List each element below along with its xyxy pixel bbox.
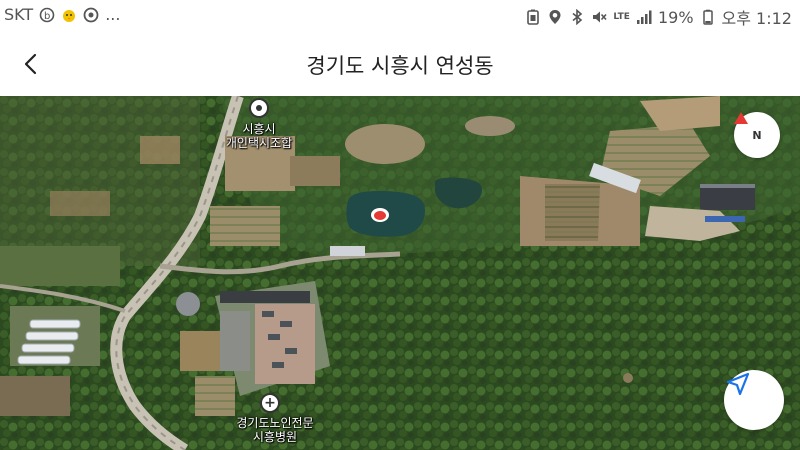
satellite-imagery: [0, 96, 800, 450]
my-location-button[interactable]: [724, 370, 784, 430]
poi-dot-icon: [256, 105, 262, 111]
notification-chick-icon: [61, 7, 77, 23]
navigation-arrow-icon: [726, 372, 750, 396]
notification-circle-icon: [83, 7, 99, 23]
carrier-label: SKT: [4, 5, 34, 24]
signal-icon: [636, 9, 652, 25]
notification-b-icon: b: [39, 7, 55, 23]
svg-text:b: b: [44, 11, 50, 22]
battery-saver-icon: [525, 9, 541, 25]
poi-pin-taxi-union[interactable]: [249, 98, 269, 118]
clock: 오후 1:12: [721, 9, 792, 28]
satellite-map[interactable]: 시흥시 개인택시조합 + 경기도노인전문 시흥병원 N: [0, 96, 800, 450]
location-marker-icon[interactable]: [371, 208, 389, 222]
status-bar: SKT b ... LTE 19% 오후 1:12: [0, 0, 800, 34]
more-notifications: ...: [105, 5, 121, 24]
location-icon: [547, 9, 563, 25]
page-title: 경기도 시흥시 연성동: [306, 54, 494, 78]
bluetooth-icon: [569, 8, 585, 26]
compass-north-label: N: [752, 129, 762, 142]
mute-icon: [591, 9, 608, 25]
battery-percent: 19%: [657, 7, 694, 27]
compass-icon: [734, 112, 748, 124]
poi-label-hospital[interactable]: 경기도노인전문 시흥병원: [210, 416, 340, 444]
hospital-plus-icon: +: [264, 395, 276, 411]
network-type-label: LTE: [613, 11, 630, 22]
poi-pin-hospital[interactable]: +: [260, 393, 280, 413]
compass-button[interactable]: N: [734, 112, 780, 158]
status-left: SKT b ...: [4, 5, 120, 24]
status-right: LTE 19% 오후 1:12: [525, 5, 792, 29]
poi-label-taxi-union[interactable]: 시흥시 개인택시조합: [200, 122, 318, 150]
title-bar: 경기도 시흥시 연성동: [0, 34, 800, 94]
battery-icon: [700, 9, 716, 25]
